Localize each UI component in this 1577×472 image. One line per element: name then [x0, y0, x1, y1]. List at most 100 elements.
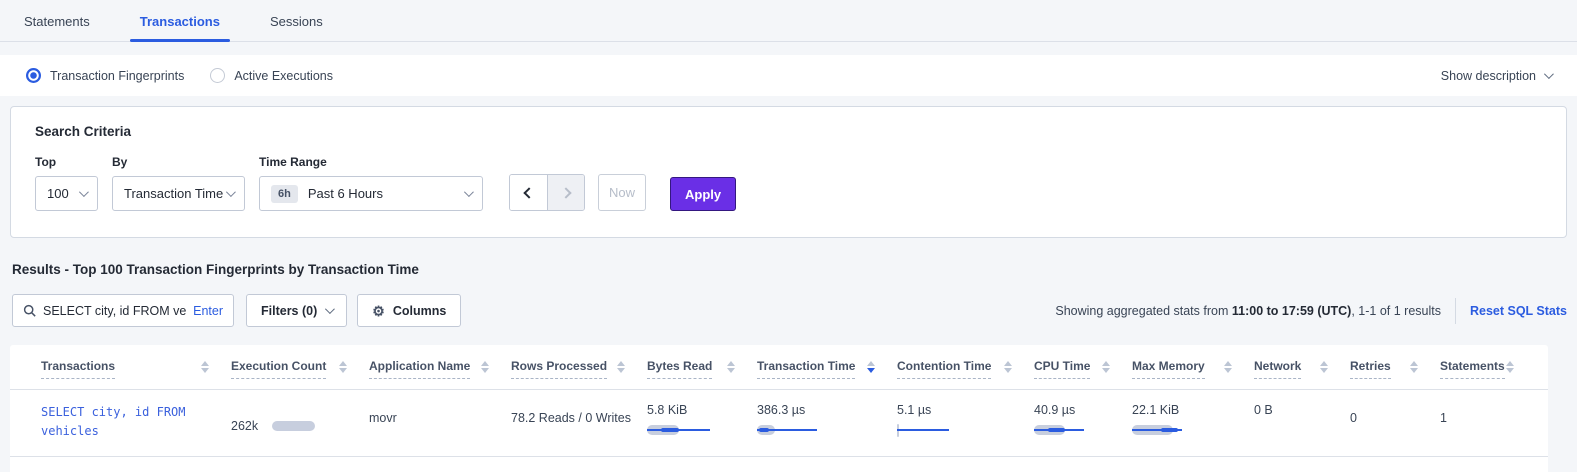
time-range-select[interactable]: 6h Past 6 Hours: [259, 176, 483, 211]
view-toggle-bar: Transaction Fingerprints Active Executio…: [0, 55, 1577, 96]
chevron-down-icon: [226, 187, 236, 197]
next-interval-button[interactable]: [547, 175, 584, 210]
columns-button[interactable]: ⚙ Columns: [357, 294, 461, 327]
view-radio-group: Transaction Fingerprints Active Executio…: [26, 68, 333, 83]
top-label: Top: [35, 155, 98, 169]
time-range-badge: 6h: [271, 185, 298, 203]
sort-icon[interactable]: [617, 361, 625, 373]
transactions-table: Transactions Execution Count Application…: [10, 345, 1548, 472]
sort-icon[interactable]: [1004, 361, 1012, 373]
top-select[interactable]: 100: [35, 176, 98, 211]
network-value: 0 B: [1254, 403, 1350, 441]
table-row: SELECT city, id FROM vehicles 262k movr …: [10, 390, 1548, 457]
column-header-contention-time[interactable]: Contention Time: [897, 359, 1034, 379]
column-header-application-name[interactable]: Application Name: [369, 359, 511, 379]
chevron-right-icon: [560, 187, 571, 198]
transaction-time-value: 386.3 µs: [757, 403, 881, 417]
radio-label: Transaction Fingerprints: [50, 69, 184, 83]
sort-icon[interactable]: [727, 361, 735, 373]
page-tabs: Statements Transactions Sessions: [0, 0, 1577, 42]
chevron-left-icon: [523, 187, 534, 198]
radio-label: Active Executions: [234, 69, 333, 83]
statements-value: 1: [1440, 403, 1536, 441]
sort-icon[interactable]: [1410, 361, 1418, 373]
divider: [1455, 298, 1456, 324]
columns-label: Columns: [393, 304, 446, 318]
time-pager: [509, 174, 585, 211]
column-header-network[interactable]: Network: [1254, 359, 1350, 379]
max-memory-bar: [1132, 424, 1238, 437]
sort-icon[interactable]: [481, 361, 489, 373]
tab-transactions[interactable]: Transactions: [130, 14, 230, 41]
column-header-retries[interactable]: Retries: [1350, 359, 1440, 379]
by-field: By Transaction Time: [112, 155, 245, 211]
search-box[interactable]: Enter: [12, 294, 234, 327]
table-header-row: Transactions Execution Count Application…: [10, 359, 1548, 390]
search-criteria-card: Search Criteria Top 100 By Transaction T…: [10, 106, 1567, 238]
apply-button[interactable]: Apply: [670, 177, 736, 211]
show-description-label: Show description: [1441, 69, 1536, 83]
stats-time-range: 11:00 to 17:59 (UTC): [1232, 304, 1351, 318]
sort-icon[interactable]: [339, 361, 347, 373]
results-title: Results - Top 100 Transaction Fingerprin…: [12, 262, 1567, 277]
filters-button[interactable]: Filters (0): [246, 294, 347, 327]
aggregated-stats-text: Showing aggregated stats from 11:00 to 1…: [1055, 304, 1441, 318]
results-toolbar: Enter Filters (0) ⚙ Columns Showing aggr…: [12, 294, 1567, 327]
time-range-field: Time Range 6h Past 6 Hours: [259, 155, 483, 211]
column-header-bytes-read[interactable]: Bytes Read: [647, 359, 757, 379]
rows-processed-value: 78.2 Reads / 0 Writes: [511, 403, 647, 441]
sort-icon-active[interactable]: [867, 361, 875, 373]
top-field: Top 100: [35, 155, 98, 211]
column-header-transaction-time[interactable]: Transaction Time: [757, 359, 897, 379]
radio-unselected-icon: [210, 68, 225, 83]
contention-time-value: 5.1 µs: [897, 403, 1018, 417]
tab-statements[interactable]: Statements: [14, 14, 100, 41]
contention-time-bar: [897, 424, 1018, 437]
chevron-down-icon: [325, 304, 335, 314]
max-memory-value: 22.1 KiB: [1132, 403, 1238, 417]
bytes-read-value: 5.8 KiB: [647, 403, 741, 417]
radio-active-executions[interactable]: Active Executions: [210, 68, 333, 83]
chevron-down-icon: [464, 187, 474, 197]
gear-icon: ⚙: [372, 304, 385, 318]
by-select[interactable]: Transaction Time: [112, 176, 245, 211]
search-icon: [23, 304, 36, 317]
cpu-time-value: 40.9 µs: [1034, 403, 1116, 417]
sort-icon[interactable]: [1224, 361, 1232, 373]
transaction-time-bar: [757, 424, 881, 437]
search-criteria-title: Search Criteria: [35, 124, 1542, 139]
execution-count-value: 262k: [231, 419, 258, 433]
time-range-value: Past 6 Hours: [308, 186, 383, 201]
bytes-read-bar: [647, 424, 741, 437]
sort-icon[interactable]: [1506, 361, 1514, 373]
tab-sessions[interactable]: Sessions: [260, 14, 333, 41]
column-header-transactions[interactable]: Transactions: [41, 359, 231, 379]
previous-interval-button[interactable]: [510, 175, 547, 210]
time-range-label: Time Range: [259, 155, 483, 169]
sort-icon[interactable]: [1320, 361, 1328, 373]
show-description-toggle[interactable]: Show description: [1441, 69, 1551, 83]
cpu-time-bar: [1034, 424, 1116, 437]
chevron-down-icon: [79, 187, 89, 197]
transaction-fingerprint-link[interactable]: SELECT city, id FROM vehicles: [41, 405, 186, 438]
column-header-statements[interactable]: Statements: [1440, 359, 1536, 379]
search-enter-button[interactable]: Enter: [187, 304, 223, 318]
now-button[interactable]: Now: [598, 174, 646, 211]
sort-icon[interactable]: [1102, 361, 1110, 373]
column-header-cpu-time[interactable]: CPU Time: [1034, 359, 1132, 379]
execution-count-bar: [272, 421, 315, 431]
column-header-rows-processed[interactable]: Rows Processed: [511, 359, 647, 379]
application-name-value: movr: [369, 403, 511, 441]
sort-icon[interactable]: [201, 361, 209, 373]
column-header-execution-count[interactable]: Execution Count: [231, 359, 369, 379]
radio-selected-icon: [26, 68, 41, 83]
search-input[interactable]: [43, 304, 187, 318]
chevron-down-icon: [1544, 69, 1554, 79]
reset-sql-stats-link[interactable]: Reset SQL Stats: [1470, 304, 1567, 318]
column-header-max-memory[interactable]: Max Memory: [1132, 359, 1254, 379]
by-label: By: [112, 155, 245, 169]
by-select-value: Transaction Time: [124, 186, 223, 201]
radio-transaction-fingerprints[interactable]: Transaction Fingerprints: [26, 68, 184, 83]
retries-value: 0: [1350, 403, 1440, 441]
top-select-value: 100: [47, 186, 69, 201]
